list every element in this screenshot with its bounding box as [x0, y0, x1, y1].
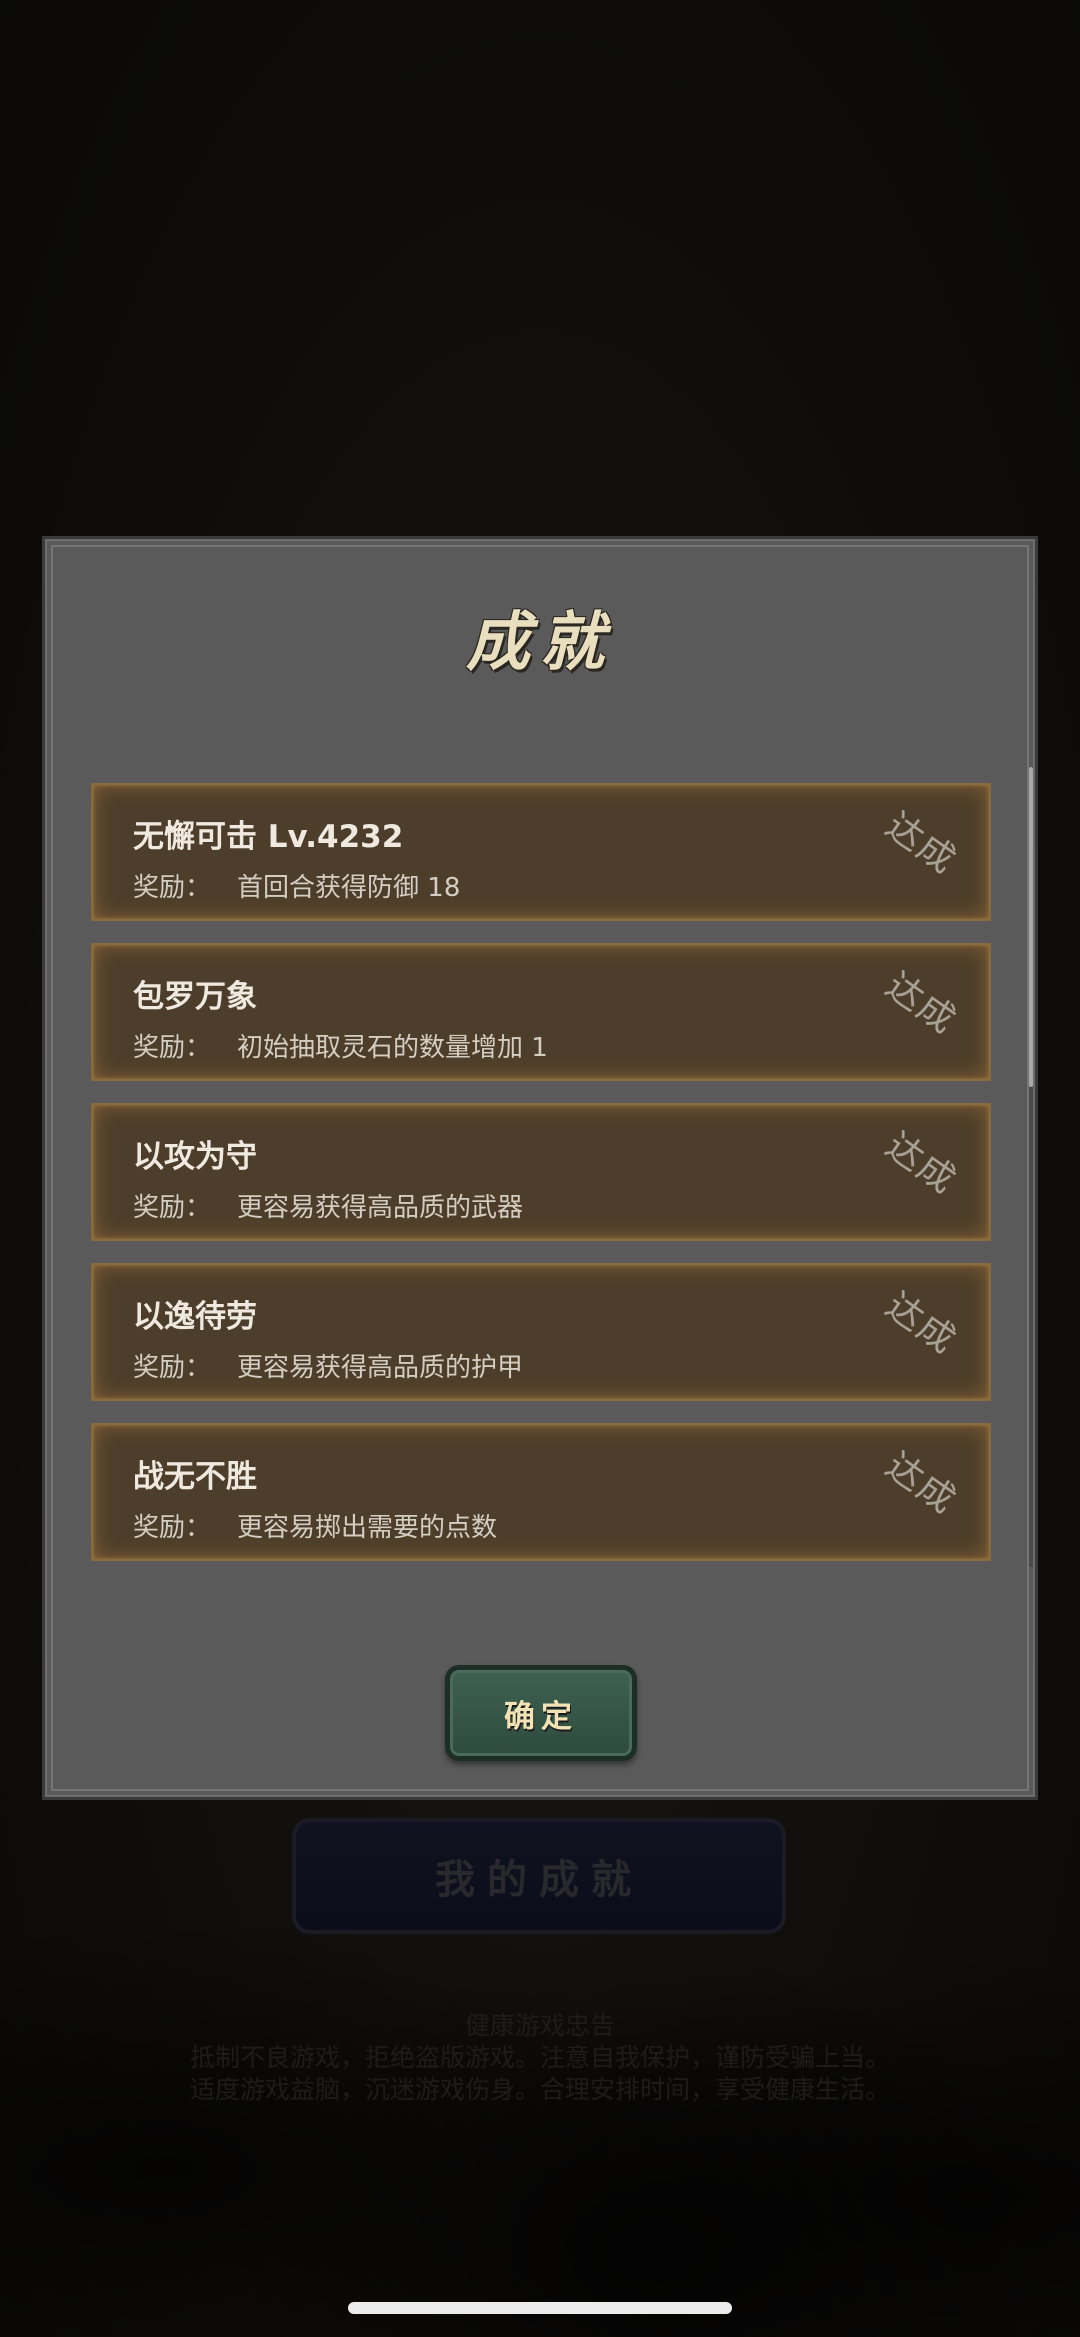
scrollbar-thumb[interactable]	[1029, 767, 1033, 1087]
reward-text: 更容易掷出需要的点数	[237, 1513, 498, 1543]
achievement-name: 以攻为守	[133, 1139, 257, 1175]
reward-text: 更容易获得高品质的武器	[237, 1193, 524, 1223]
achievement-status-stamp: 达成	[878, 965, 964, 1043]
achievement-status-stamp: 达成	[878, 1125, 964, 1203]
reward-label: 奖励：	[133, 1193, 212, 1223]
achievement-card: 战无不胜 奖励： 更容易掷出需要的点数 达成	[91, 1423, 991, 1561]
achievement-status-stamp: 达成	[878, 1285, 964, 1363]
achievement-name: 以逸待劳	[133, 1299, 257, 1335]
achievement-reward: 奖励： 首回合获得防御 18	[133, 867, 460, 904]
achievement-card: 以逸待劳 奖励： 更容易获得高品质的护甲 达成	[91, 1263, 991, 1401]
reward-label: 奖励：	[133, 873, 212, 903]
achievement-status-stamp: 达成	[878, 1445, 964, 1523]
list-scrollbar[interactable]	[1029, 767, 1033, 1567]
reward-label: 奖励：	[133, 1353, 212, 1383]
achievement-card: 以攻为守 奖励： 更容易获得高品质的武器 达成	[91, 1103, 991, 1241]
dialog-title: 成就	[466, 606, 614, 680]
confirm-label: 确定	[504, 1698, 578, 1735]
achievement-card: 无懈可击 Lv.4232 奖励： 首回合获得防御 18 达成	[91, 783, 991, 921]
reward-label: 奖励：	[133, 1513, 212, 1543]
achievement-name: 战无不胜	[133, 1459, 257, 1495]
reward-text: 更容易获得高品质的护甲	[237, 1353, 524, 1383]
confirm-button[interactable]: 确定	[445, 1665, 637, 1761]
reward-text: 首回合获得防御 18	[237, 873, 461, 903]
reward-label: 奖励：	[133, 1033, 212, 1063]
achievement-name: 无懈可击 Lv.4232	[133, 819, 404, 855]
achievement-list[interactable]: 无懈可击 Lv.4232 奖励： 首回合获得防御 18 达成 包罗万象 奖励： 初始…	[91, 783, 991, 1583]
achievement-name: 包罗万象	[133, 979, 257, 1015]
achievement-reward: 奖励： 更容易获得高品质的武器	[133, 1187, 523, 1224]
reward-text: 初始抽取灵石的数量增加 1	[237, 1033, 548, 1063]
home-indicator[interactable]	[348, 2302, 732, 2314]
achievements-dialog: 成就 无懈可击 Lv.4232 奖励： 首回合获得防御 18 达成 包罗万象 奖励…	[42, 536, 1038, 1800]
achievement-card: 包罗万象 奖励： 初始抽取灵石的数量增加 1 达成	[91, 943, 991, 1081]
achievement-reward: 奖励： 初始抽取灵石的数量增加 1	[133, 1027, 548, 1064]
achievement-reward: 奖励： 更容易掷出需要的点数	[133, 1507, 497, 1544]
achievement-reward: 奖励： 更容易获得高品质的护甲	[133, 1347, 523, 1384]
achievement-status-stamp: 达成	[878, 805, 964, 883]
